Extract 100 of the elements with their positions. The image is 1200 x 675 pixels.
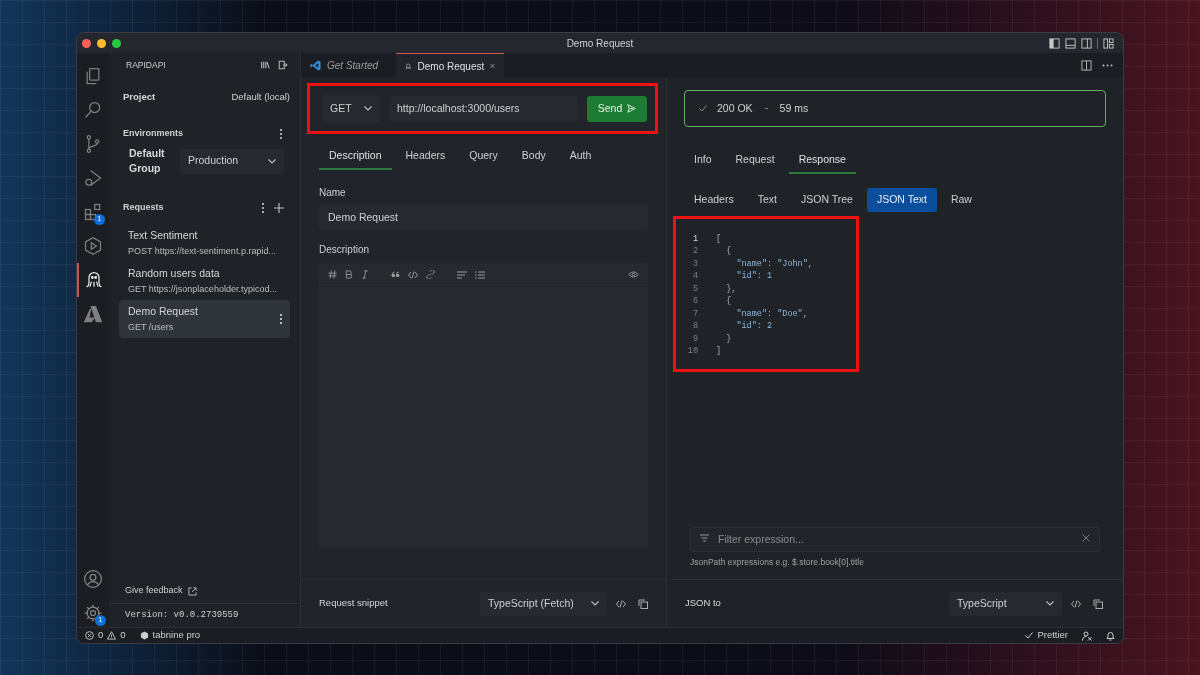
warning-count[interactable]: 0 [120, 628, 126, 643]
tab[interactable]: Body [511, 144, 556, 170]
sidebar-toggle-icon[interactable] [1049, 37, 1060, 49]
code-line: "name": "John", [735, 257, 813, 271]
code-line: [ [716, 232, 722, 246]
editor-tab[interactable]: Demo Request [396, 53, 504, 78]
response-time: 59 ms [779, 100, 809, 116]
request-name[interactable]: Demo Request [128, 303, 280, 320]
error-count[interactable]: 0 [98, 628, 104, 643]
bell-icon[interactable] [1106, 630, 1115, 641]
heading-icon[interactable] [328, 270, 337, 279]
request-item[interactable]: Text Sentiment POST https://text-sentiment.p.rapid... [119, 224, 290, 262]
version-text: Version: v0.0.2739559 [125, 608, 239, 622]
extensions-icon[interactable] [83, 202, 103, 222]
code-line: "id": 2 [735, 320, 773, 334]
panel-toggle-icon[interactable] [1065, 37, 1076, 49]
clear-icon[interactable] [1082, 534, 1090, 543]
view-tab[interactable]: Headers [684, 188, 744, 212]
tab[interactable]: Headers [395, 144, 456, 170]
code-icon[interactable] [1071, 599, 1081, 608]
code-line: } [725, 332, 732, 346]
send-button[interactable]: Send [587, 95, 647, 122]
view-tab[interactable]: Text [747, 188, 787, 212]
sidebar-title: RAPIDAPI [126, 58, 166, 72]
run-debug-icon[interactable] [83, 168, 103, 188]
tab[interactable]: Response [788, 148, 856, 174]
code-line: ] [716, 345, 722, 359]
project-label: Project [123, 89, 156, 104]
send-icon [627, 104, 637, 113]
tab[interactable]: Auth [559, 144, 602, 170]
layout-icon[interactable] [1103, 37, 1114, 49]
chevron-down-icon [364, 106, 372, 111]
preview-icon[interactable] [628, 271, 639, 278]
feedback-icon[interactable] [1082, 630, 1092, 641]
prettier-status[interactable]: Prettier [1037, 628, 1068, 643]
project-value[interactable]: Default (local) [231, 89, 290, 105]
hexagon-play-icon[interactable] [83, 236, 103, 256]
feedback-link[interactable]: Give feedback [125, 584, 183, 598]
link-icon[interactable] [426, 270, 435, 279]
request-name[interactable]: Text Sentiment [128, 227, 282, 244]
hint-text: JsonPath expressions e.g. $.store.book[0].title [690, 556, 865, 569]
quote-icon[interactable] [391, 271, 400, 278]
copy-icon[interactable] [638, 598, 648, 609]
field-label: Name [319, 186, 347, 200]
status-text: 200 OK [717, 100, 753, 116]
external-link-icon[interactable] [187, 586, 197, 596]
library-icon[interactable] [260, 60, 270, 70]
ghost-icon[interactable] [84, 270, 104, 290]
tab[interactable]: Request [725, 148, 785, 174]
method-select[interactable]: GET [322, 94, 380, 123]
secondary-sidebar-icon[interactable] [1081, 37, 1092, 49]
error-icon[interactable] [85, 631, 94, 640]
code-line: "id": 1 [735, 270, 773, 284]
filter-field[interactable]: Filter expression... [690, 526, 1100, 552]
url-field[interactable]: http://localhost:3000/users [390, 95, 577, 122]
section-title: Environments [123, 127, 183, 141]
tab[interactable]: Query [459, 144, 508, 170]
code-line: }, [725, 282, 737, 296]
close-icon[interactable] [490, 62, 495, 70]
view-tab[interactable]: JSON Tree [790, 188, 863, 212]
tab[interactable]: Description [319, 144, 392, 170]
chevron-down-icon [1046, 601, 1054, 606]
maximize-window-button[interactable] [112, 38, 121, 48]
triangle-logo-icon[interactable] [83, 304, 103, 324]
settings-icon[interactable] [83, 603, 103, 623]
line-number: 10 [686, 345, 698, 359]
convert-label: JSON to [685, 596, 721, 611]
filter-icon [700, 534, 709, 543]
sign-out-icon[interactable] [278, 60, 288, 70]
account-icon[interactable] [83, 569, 103, 589]
tabnine-status[interactable]: tabnine pro [152, 628, 201, 643]
tab[interactable]: Info [684, 148, 722, 174]
line-number: 4 [691, 270, 698, 284]
view-tab[interactable]: JSON Text [866, 188, 937, 212]
code-icon[interactable] [408, 270, 418, 279]
language-select[interactable]: TypeScript (Fetch) [480, 591, 607, 616]
split-editor-icon[interactable] [1081, 60, 1092, 71]
add-icon[interactable] [274, 203, 284, 213]
close-window-button[interactable] [82, 38, 91, 48]
language-select[interactable]: TypeScript [949, 591, 1062, 616]
code-line: { [725, 245, 732, 259]
line-number: 5 [691, 282, 698, 296]
search-icon[interactable] [83, 100, 103, 120]
more-icon[interactable] [1102, 64, 1113, 67]
warning-icon[interactable] [107, 631, 117, 640]
name-field[interactable]: Demo Request [319, 205, 648, 230]
copy-icon[interactable] [1093, 598, 1103, 609]
request-detail: POST https://text-sentiment.p.rapid... [128, 244, 277, 258]
request-item[interactable]: Random users data GET https://jsonplaceholder.typicod... [119, 262, 290, 300]
bold-icon[interactable] [345, 270, 353, 279]
minimize-window-button[interactable] [97, 38, 106, 48]
view-tab[interactable]: Raw [940, 188, 982, 212]
hexagon-icon[interactable] [139, 631, 149, 640]
code-icon[interactable] [616, 599, 626, 608]
check-icon [699, 105, 707, 112]
environment-select[interactable]: Production [180, 148, 284, 174]
editor-tab[interactable]: Get Started [301, 53, 396, 78]
italic-icon[interactable] [361, 270, 369, 279]
request-item[interactable]: Demo Request GET /users [119, 300, 290, 338]
request-name[interactable]: Random users data [128, 265, 282, 282]
